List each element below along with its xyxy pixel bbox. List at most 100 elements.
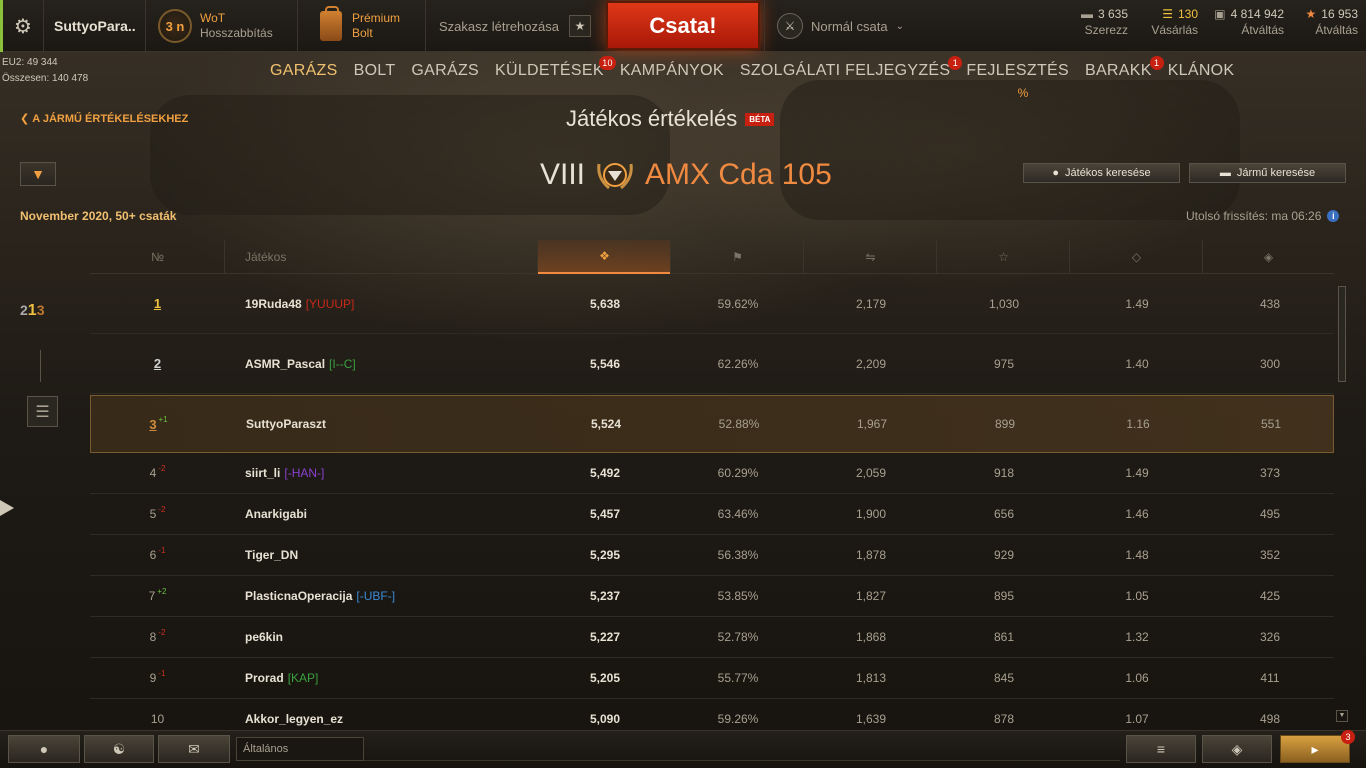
- table-row[interactable]: 9 -1 Prorad [KAP] 5,205 55.77% 1,813 845 1.06 411: [90, 658, 1334, 699]
- player-name[interactable]: SuttyoParaszt: [246, 417, 326, 431]
- stat-kd: 1.49: [1125, 466, 1149, 480]
- kills-icon[interactable]: ◇: [1070, 240, 1203, 274]
- nav-garage[interactable]: GARÁZS: [262, 58, 346, 84]
- nav-service-record[interactable]: SZOLGÁLATI FELJEGYZÉS 1: [732, 56, 963, 84]
- player-icon: ●: [1052, 167, 1060, 179]
- rank-medal-icon: 2: [153, 356, 162, 371]
- player-name[interactable]: Akkor_legyen_ez: [245, 712, 343, 726]
- tank-icon: ▬: [1219, 167, 1231, 179]
- top-three-medals-icon[interactable]: 213: [20, 302, 45, 320]
- wot-subscription[interactable]: 3 n WoT Hosszabbítás: [146, 0, 298, 52]
- vehicle-name: AMX Cda 105: [645, 158, 832, 191]
- column-divider: [670, 240, 671, 274]
- stat-dmg: 1,813: [855, 671, 887, 685]
- player-name[interactable]: ASMR_Pascal: [245, 357, 325, 371]
- username[interactable]: SuttyoPara..: [44, 0, 146, 52]
- vehicle-header: VIII AMX Cda 105: [540, 158, 832, 192]
- premium-shop[interactable]: Prémium Bolt: [298, 0, 426, 52]
- stat-ast: 438: [1259, 296, 1281, 311]
- clan-tag[interactable]: [KAP]: [288, 671, 319, 685]
- player-name[interactable]: Prorad: [245, 671, 284, 685]
- filter-funnel-icon[interactable]: ▼: [20, 162, 56, 186]
- session-stats-icon[interactable]: ◈: [1202, 735, 1272, 763]
- player-menu-icon[interactable]: ●: [8, 735, 80, 763]
- chat-input-bar[interactable]: [236, 737, 1120, 761]
- rank-cell: 9 -1: [130, 658, 185, 698]
- battle-button[interactable]: Csata!: [606, 1, 760, 50]
- scroll-down-icon[interactable]: ▼: [1336, 710, 1348, 722]
- info-icon[interactable]: i: [1327, 210, 1340, 222]
- rank-cell: 3 +1: [131, 396, 186, 452]
- contacts-handshake-icon[interactable]: ☯: [84, 735, 154, 763]
- table-row[interactable]: 4 -2 siirt_li [-HAN-] 5,492 60.29% 2,059 918 1.4…: [90, 453, 1334, 494]
- table-row[interactable]: 7 +2 PlasticnaOperacija [-UBF-] 5,237 53.85% 1…: [90, 576, 1334, 617]
- rating-icon[interactable]: ❖: [538, 240, 671, 274]
- free-xp-currency[interactable]: ★ 16 953 Átváltás: [1306, 6, 1358, 38]
- rating-score: 5,295: [589, 548, 621, 562]
- player-name[interactable]: 19Ruda48: [245, 297, 302, 311]
- credits-currency[interactable]: ▣ 4 814 942 Átváltás: [1214, 6, 1284, 38]
- stat-wr: 62.26%: [717, 356, 759, 371]
- assist-icon[interactable]: ◈: [1203, 240, 1334, 274]
- stat-ast: 373: [1259, 466, 1281, 480]
- nav-research[interactable]: FEJLESZTÉS%: [958, 58, 1077, 100]
- stat-wr: 52.78%: [717, 630, 759, 644]
- nav-campaigns[interactable]: KAMPÁNYOK: [612, 58, 732, 84]
- table-row[interactable]: 1 19Ruda48 [YUUUP] 5,638 59.62% 2,179 1,030 1.4…: [90, 274, 1334, 334]
- table-row[interactable]: 3 +1 SuttyoParaszt 5,524 52.88% 1,967 899 1.16 5…: [90, 395, 1334, 453]
- table-row[interactable]: 2 ASMR_Pascal [I--C] 5,546 62.26% 2,209 975 1.4…: [90, 334, 1334, 394]
- rank-cell: 8 -2: [130, 617, 185, 657]
- list-view-icon[interactable]: ☰: [27, 396, 58, 427]
- stat-xp: 845: [993, 671, 1015, 685]
- stat-xp: 975: [993, 356, 1015, 371]
- chat-bubbles-icon[interactable]: ✉: [158, 735, 230, 763]
- rank-medal-icon: 3: [149, 416, 157, 432]
- nav-missions[interactable]: KÜLDETÉSEK 10: [487, 56, 616, 84]
- stat-wr: 60.29%: [717, 466, 759, 480]
- player-cell: ASMR_Pascal [I--C]: [245, 334, 356, 393]
- stat-wr: 52.88%: [718, 417, 760, 431]
- back-link[interactable]: ❮ A JÁRMŰ ÉRTÉKELÉSEKHEZ: [20, 112, 188, 125]
- table-row[interactable]: 5 -2 Anarkigabi 5,457 63.46% 1,900 656 1.46 495: [90, 494, 1334, 535]
- bonds-currency[interactable]: ▬ 3 635 Szerezz: [1081, 6, 1128, 38]
- column-divider: [537, 240, 538, 274]
- column-divider: [803, 240, 804, 274]
- win-flag-icon[interactable]: ⚑: [671, 240, 804, 274]
- settings-gear-icon[interactable]: ⚙: [0, 0, 44, 52]
- notifications-megaphone-icon[interactable]: ▸ 3: [1280, 730, 1355, 763]
- chat-channel[interactable]: Általános: [236, 737, 364, 761]
- gold-currency[interactable]: ☰ 130 Vásárlás: [1151, 6, 1198, 38]
- clan-tag[interactable]: [-HAN-]: [284, 466, 324, 480]
- player-name[interactable]: Anarkigabi: [245, 507, 307, 521]
- clan-tag[interactable]: [-UBF-]: [356, 589, 395, 603]
- nav-garage-2[interactable]: GARÁZS: [403, 58, 487, 84]
- xp-star-icon[interactable]: ☆: [937, 240, 1070, 274]
- search-player-button[interactable]: ● Játékos keresése: [1023, 163, 1180, 183]
- table-row[interactable]: 6 -1 Tiger_DN 5,295 56.38% 1,878 929 1.48 352: [90, 535, 1334, 576]
- column-divider: [936, 240, 937, 274]
- nav-clans[interactable]: KLÁNOK: [1160, 58, 1243, 84]
- clan-tag[interactable]: [I--C]: [329, 357, 356, 371]
- table-scrollbar[interactable]: ▼: [1336, 286, 1348, 722]
- search-vehicle-button[interactable]: ▬ Jármű keresése: [1189, 163, 1346, 183]
- table-header: № Játékos ❖ ⚑ ⇋ ☆ ◇ ◈: [90, 240, 1334, 274]
- battle-mode-select[interactable]: ⚔ Normál csata ⌄: [764, 0, 914, 52]
- stat-wr: 55.77%: [717, 671, 759, 685]
- player-name[interactable]: pe6kin: [245, 630, 283, 644]
- clan-tag[interactable]: [YUUUP]: [306, 297, 355, 311]
- nav-shop[interactable]: BOLT: [346, 58, 404, 84]
- scroll-thumb[interactable]: [1338, 286, 1346, 382]
- stats-bars-icon[interactable]: ≡: [1126, 735, 1196, 763]
- create-platoon[interactable]: Szakasz létrehozása ★: [426, 0, 604, 52]
- damage-icon[interactable]: ⇋: [804, 240, 937, 274]
- create-platoon-label: Szakasz létrehozása: [439, 18, 559, 34]
- player-name[interactable]: siirt_li: [245, 466, 280, 480]
- nav-label: KAMPÁNYOK: [619, 62, 724, 79]
- stat-dmg: 1,900: [855, 507, 887, 521]
- player-name[interactable]: Tiger_DN: [245, 548, 298, 562]
- table-row[interactable]: 8 -2 pe6kin 5,227 52.78% 1,868 861 1.32 326: [90, 617, 1334, 658]
- nav-label: GARÁZS: [270, 62, 338, 79]
- nav-label: BOLT: [353, 62, 396, 79]
- nav-barracks[interactable]: BARAKK 1: [1077, 56, 1164, 84]
- player-name[interactable]: PlasticnaOperacija: [245, 589, 352, 603]
